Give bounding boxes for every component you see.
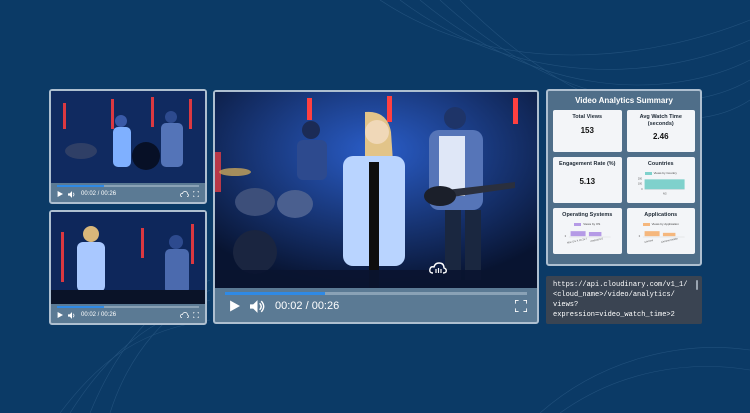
panel-title: Video Analytics Summary <box>575 96 673 105</box>
applications-card: Applications Views by Application 0 Chro… <box>626 208 695 254</box>
total-views-card: Total Views 153 <box>553 110 622 152</box>
card-value: 153 <box>580 126 594 135</box>
player-controls: 00:02 / 00:26 <box>215 290 537 322</box>
time-display: 00:02 / 00:26 <box>81 191 117 197</box>
play-icon[interactable] <box>57 312 63 318</box>
fullscreen-icon[interactable] <box>193 312 199 318</box>
legend-label: Views by Country <box>653 171 677 175</box>
applications-chart: Views by Application 0 Chrome Chrome Mob… <box>633 222 690 252</box>
volume-icon[interactable] <box>250 299 265 313</box>
card-label: Engagement Rate (%) <box>558 161 616 167</box>
avg-watch-time-card: Avg Watch Time (seconds) 2.46 <box>626 110 695 152</box>
card-label: Total Views <box>572 114 603 120</box>
video-analytics-summary-panel: Video Analytics Summary Total Views 153 … <box>546 89 702 266</box>
play-icon[interactable] <box>57 191 63 197</box>
x-tick-label: Chrome Mobile <box>660 237 678 244</box>
thumbnail-video-player-1[interactable]: 00:02 / 00:26 <box>49 89 207 204</box>
code-line: views? <box>553 301 579 309</box>
operating-systems-card: Operating Systems Views by OS 0 Mac OS X… <box>553 208 622 254</box>
cloudinary-logo-icon[interactable] <box>180 312 189 318</box>
time-display: 00:02 / 00:26 <box>275 300 340 312</box>
video-frame[interactable] <box>51 91 205 183</box>
bar <box>588 232 602 237</box>
y-tick-label: 0 <box>565 235 567 238</box>
cloudinary-logo-icon <box>429 262 447 274</box>
scrollbar[interactable] <box>696 280 698 290</box>
bar <box>644 179 685 190</box>
player-controls: 00:02 / 00:26 <box>51 186 205 202</box>
fullscreen-icon[interactable] <box>515 300 527 312</box>
volume-icon[interactable] <box>68 311 76 319</box>
engagement-rate-card: Engagement Rate (%) 5.13 <box>553 157 622 203</box>
volume-icon[interactable] <box>68 190 76 198</box>
card-label: Applications <box>644 212 678 218</box>
chart-legend: Views by Application <box>633 222 690 226</box>
y-tick-label: 100 <box>637 182 642 185</box>
concert-scene-image <box>51 212 205 304</box>
player-controls: 00:02 / 00:26 <box>51 307 205 323</box>
legend-label: Views by Application <box>651 222 679 226</box>
bar <box>570 231 586 237</box>
card-label: Countries <box>647 161 674 167</box>
countries-bar-chart: 200 100 0 NG <box>637 177 685 195</box>
fullscreen-icon[interactable] <box>193 191 199 197</box>
code-line: https://api.cloudinary.com/v1_1/ <box>553 281 688 289</box>
countries-chart: Views by Country 200 100 0 NG <box>633 171 690 201</box>
y-tick-label: 0 <box>638 235 640 238</box>
video-frame[interactable] <box>51 212 205 304</box>
x-tick-label: Mac OS X 10.15.7 <box>567 237 588 244</box>
code-line: <cloud_name>/video/analytics/ <box>553 291 675 299</box>
x-tick-label: NG <box>662 192 666 195</box>
chart-legend: Views by OS <box>559 222 616 226</box>
play-icon[interactable] <box>229 300 240 312</box>
legend-swatch <box>574 222 582 226</box>
concert-scene-image <box>215 92 537 288</box>
y-tick-label: 200 <box>637 177 642 180</box>
operating-systems-bar-chart: 0 Mac OS X 10.15.7 Android 8.0 <box>565 231 611 245</box>
thumbnail-video-player-2[interactable]: 00:02 / 00:26 <box>49 210 207 325</box>
legend-swatch <box>642 222 650 226</box>
y-tick-label: 0 <box>641 188 643 191</box>
operating-systems-chart: Views by OS 0 Mac OS X 10.15.7 Android 8… <box>559 222 616 252</box>
bar <box>644 231 660 237</box>
time-display: 00:02 / 00:26 <box>81 312 117 318</box>
legend-label: Views by OS <box>583 222 601 226</box>
x-tick-label: Chrome <box>644 239 654 244</box>
card-value: 2.46 <box>652 132 669 141</box>
card-label: Operating Systems <box>562 212 613 218</box>
code-line: expression=video_watch_time>2 <box>553 311 675 319</box>
x-tick-label: Android 8.0 <box>590 237 604 243</box>
bar <box>662 232 675 237</box>
main-video-player[interactable]: 00:02 / 00:26 <box>213 90 539 324</box>
card-label: Avg Watch Time (seconds) <box>639 114 682 127</box>
api-code-snippet[interactable]: https://api.cloudinary.com/v1_1/ <cloud_… <box>546 276 702 324</box>
card-value: 5.13 <box>579 177 596 186</box>
countries-card: Countries Views by Country 200 100 0 NG <box>626 157 695 203</box>
chart-legend: Views by Country <box>633 171 690 175</box>
cloudinary-logo-icon[interactable] <box>180 191 189 197</box>
video-frame[interactable] <box>215 92 537 288</box>
concert-scene-image <box>51 91 205 183</box>
applications-bar-chart: 0 Chrome Chrome Mobile <box>638 231 685 244</box>
legend-swatch <box>644 171 652 175</box>
